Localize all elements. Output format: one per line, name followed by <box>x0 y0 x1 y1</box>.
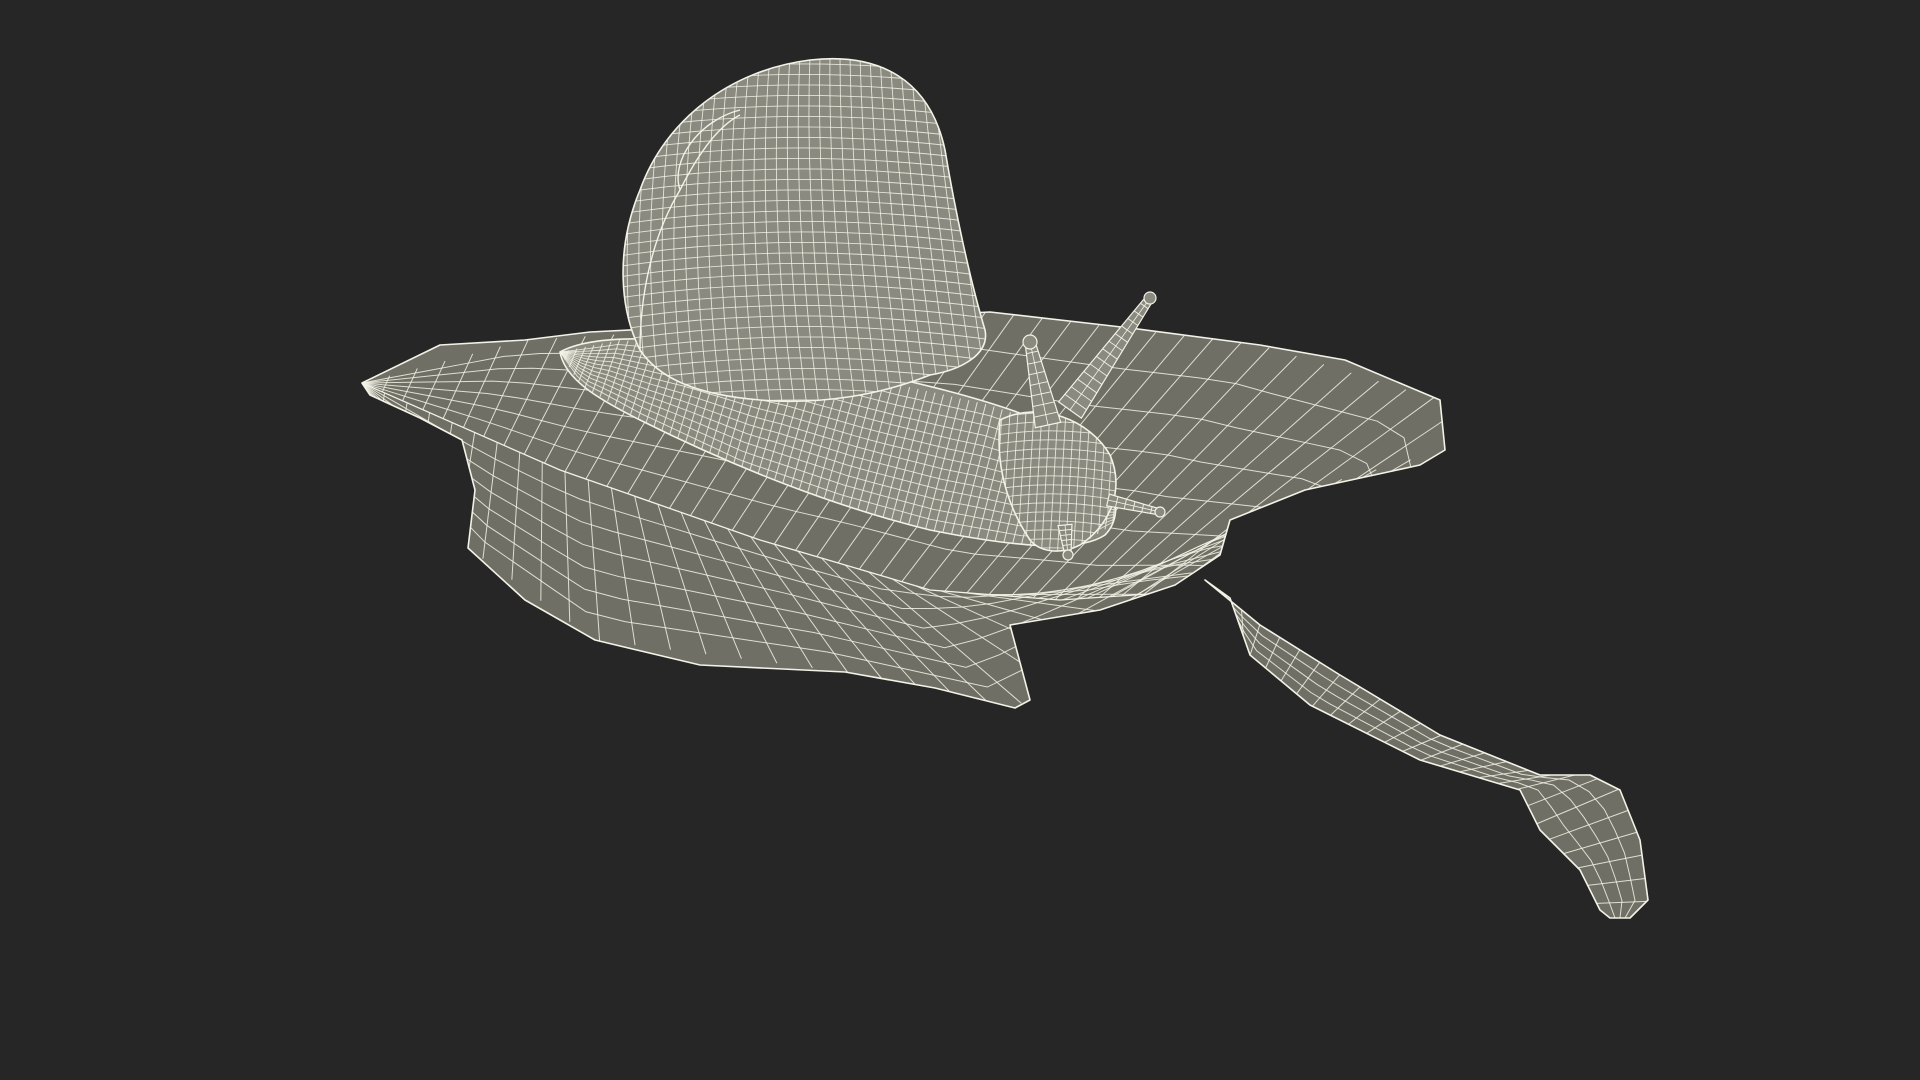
lower-tentacle-left-tip <box>1062 549 1074 561</box>
leaf-stem <box>1204 579 1649 919</box>
lower-tentacle-right-tip <box>1154 506 1166 518</box>
right-eye-tentacle-tip <box>1143 291 1157 305</box>
render-viewport <box>0 0 1920 1080</box>
left-eye-tentacle-tip <box>1022 334 1038 350</box>
wireframe-scene <box>361 57 1649 919</box>
snail-shell <box>622 57 987 403</box>
